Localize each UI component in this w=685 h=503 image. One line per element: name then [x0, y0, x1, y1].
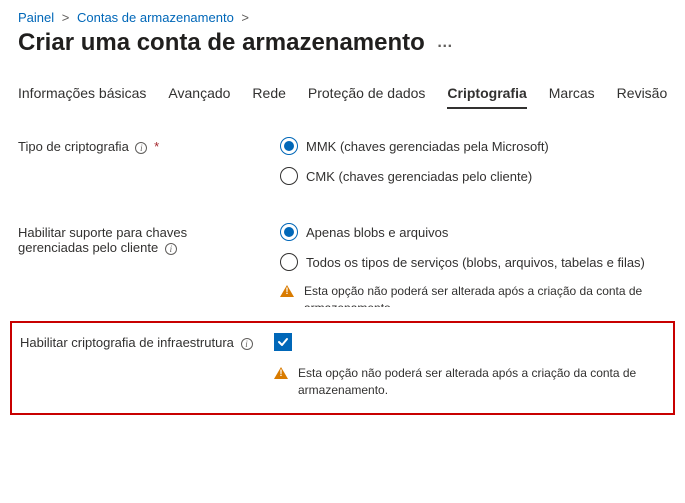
radio-blobs-only[interactable]: Apenas blobs e arquivos	[280, 223, 667, 241]
chevron-right-icon: >	[241, 10, 249, 25]
breadcrumb-storage-accounts[interactable]: Contas de armazenamento	[77, 10, 234, 25]
radio-mmk-label: MMK (chaves gerenciadas pela Microsoft)	[306, 139, 549, 154]
chevron-right-icon: >	[62, 10, 70, 25]
checkmark-icon	[277, 336, 289, 348]
breadcrumb: Painel > Contas de armazenamento >	[18, 10, 667, 25]
row-cmk-support: Habilitar suporte para chaves gerenciada…	[18, 223, 667, 313]
row-encryption-type: Tipo de criptografia i * MMK (chaves ger…	[18, 137, 667, 197]
label-infra-encryption-text: Habilitar criptografia de infraestrutura	[20, 335, 234, 350]
tab-review[interactable]: Revisão	[617, 85, 668, 109]
tab-tags[interactable]: Marcas	[549, 85, 595, 109]
info-icon[interactable]: i	[165, 243, 177, 255]
radio-blobs-only-label: Apenas blobs e arquivos	[306, 225, 448, 240]
page-title: Criar uma conta de armazenamento	[18, 29, 425, 57]
label-infra-encryption: Habilitar criptografia de infraestrutura…	[20, 333, 274, 350]
tab-data-protection[interactable]: Proteção de dados	[308, 85, 426, 109]
label-cmk-support-line1: Habilitar suporte para chaves	[18, 225, 187, 240]
warning-icon	[280, 285, 294, 297]
label-encryption-type-text: Tipo de criptografia	[18, 139, 129, 154]
tab-encryption[interactable]: Criptografia	[447, 85, 526, 109]
radio-button-icon	[280, 137, 298, 155]
radio-button-icon	[280, 223, 298, 241]
required-asterisk: *	[154, 139, 159, 154]
warning-text: Esta opção não poderá ser alterada após …	[298, 365, 665, 399]
label-cmk-support: Habilitar suporte para chaves gerenciada…	[18, 223, 280, 255]
warning-infra-immutable: Esta opção não poderá ser alterada após …	[274, 365, 665, 399]
radio-button-icon	[280, 167, 298, 185]
more-actions-icon[interactable]: …	[437, 34, 454, 52]
tab-basics[interactable]: Informações básicas	[18, 85, 146, 109]
label-encryption-type: Tipo de criptografia i *	[18, 137, 280, 154]
row-infra-encryption: Habilitar criptografia de infraestrutura…	[20, 333, 665, 351]
checkbox-infra-encryption[interactable]	[274, 333, 292, 351]
page-title-row: Criar uma conta de armazenamento …	[18, 29, 667, 57]
radio-cmk[interactable]: CMK (chaves gerenciadas pelo cliente)	[280, 167, 667, 185]
tabs: Informações básicas Avançado Rede Proteç…	[18, 85, 667, 109]
info-icon[interactable]: i	[135, 142, 147, 154]
radio-mmk[interactable]: MMK (chaves gerenciadas pela Microsoft)	[280, 137, 667, 155]
breadcrumb-home[interactable]: Painel	[18, 10, 54, 25]
tab-advanced[interactable]: Avançado	[168, 85, 230, 109]
row-infra-warning: Esta opção não poderá ser alterada após …	[20, 363, 665, 405]
warning-text: Esta opção não poderá ser alterada após …	[304, 283, 667, 307]
tab-network[interactable]: Rede	[252, 85, 285, 109]
warning-cmk-immutable: Esta opção não poderá ser alterada após …	[280, 283, 667, 307]
warning-icon	[274, 367, 288, 379]
info-icon[interactable]: i	[241, 338, 253, 350]
radio-all-services[interactable]: Todos os tipos de serviços (blobs, arqui…	[280, 253, 667, 271]
radio-all-services-label: Todos os tipos de serviços (blobs, arqui…	[306, 255, 645, 270]
radio-cmk-label: CMK (chaves gerenciadas pelo cliente)	[306, 169, 532, 184]
label-cmk-support-line2: gerenciadas pelo cliente	[18, 240, 158, 255]
radio-button-icon	[280, 253, 298, 271]
highlight-infra-encryption: Habilitar criptografia de infraestrutura…	[10, 321, 675, 415]
